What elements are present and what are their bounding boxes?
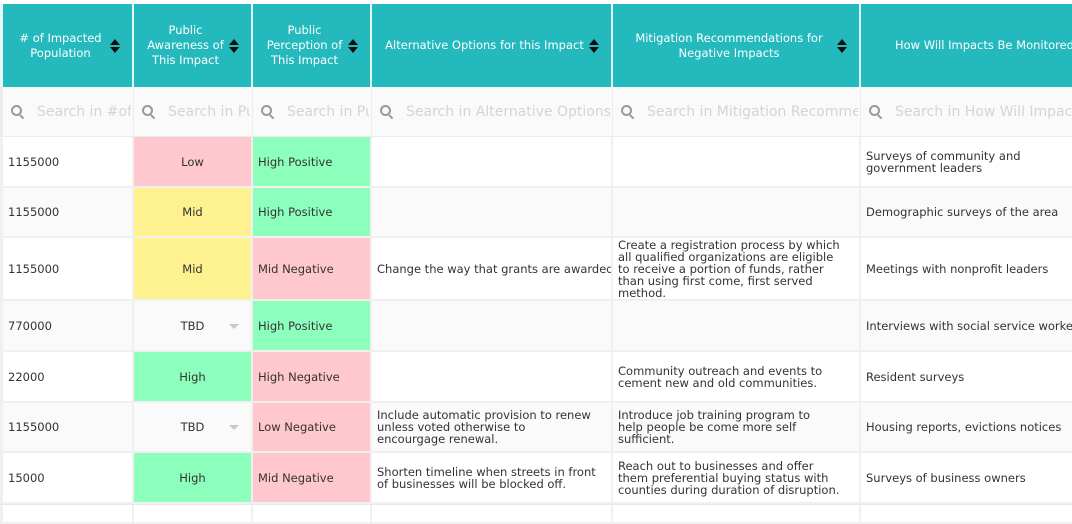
table-row-partial: [0, 504, 1072, 524]
cell-awareness[interactable]: Mid: [134, 188, 253, 236]
cell-empty: [253, 505, 372, 522]
cell-empty: [0, 505, 134, 522]
search-row: [0, 87, 1072, 137]
table-row: 1155000 TBD Low Negative Include automat…: [0, 403, 1072, 453]
table-row: 1155000 Low High Positive Surveys of com…: [0, 137, 1072, 188]
cell-population[interactable]: 22000: [0, 352, 134, 401]
cell-monitoring[interactable]: Surveys of community and government lead…: [861, 137, 1072, 186]
cell-alternatives[interactable]: Include automatic provision to renew unl…: [372, 403, 613, 451]
cell-mitigation[interactable]: [613, 137, 861, 186]
cell-population[interactable]: 1155000: [0, 137, 134, 186]
cell-empty: [372, 505, 613, 522]
search-input-mitigation[interactable]: [645, 102, 860, 121]
cell-perception[interactable]: High Positive: [253, 188, 372, 236]
table-body: 1155000 Low High Positive Surveys of com…: [0, 137, 1072, 524]
cell-awareness[interactable]: Mid: [134, 238, 253, 299]
search-icon: [142, 104, 156, 119]
cell-awareness[interactable]: High: [134, 352, 253, 401]
sort-icon[interactable]: [348, 38, 358, 53]
cell-population[interactable]: 770000: [0, 301, 134, 350]
cell-population[interactable]: 1155000: [0, 403, 134, 451]
cell-population[interactable]: 15000: [0, 453, 134, 502]
sort-icon[interactable]: [229, 38, 239, 53]
cell-monitoring[interactable]: Meetings with nonprofit leaders: [861, 238, 1072, 299]
cell-alternatives[interactable]: Shorten timeline when streets in front o…: [372, 453, 613, 502]
cell-mitigation[interactable]: Introduce job training program to help p…: [613, 403, 861, 451]
search-input-awareness[interactable]: [166, 102, 252, 121]
cell-alternatives[interactable]: Change the way that grants are awarded: [372, 238, 613, 299]
cell-empty: [134, 505, 253, 522]
data-grid: # of Impacted Population Public Awarenes…: [0, 0, 1072, 524]
cell-alternatives[interactable]: [372, 352, 613, 401]
dropdown-arrow-icon[interactable]: [229, 323, 239, 329]
search-input-population[interactable]: [35, 102, 133, 121]
cell-mitigation[interactable]: [613, 188, 861, 236]
cell-mitigation[interactable]: Create a registration process by which a…: [613, 238, 861, 299]
cell-alternatives[interactable]: [372, 137, 613, 186]
table-row: 15000 High Mid Negative Shorten timeline…: [0, 453, 1072, 504]
cell-alternatives[interactable]: [372, 188, 613, 236]
search-input-perception[interactable]: [285, 102, 371, 121]
search-icon: [11, 104, 25, 119]
cell-population[interactable]: 1155000: [0, 188, 134, 236]
column-header-population[interactable]: # of Impacted Population: [0, 4, 134, 87]
cell-monitoring[interactable]: Surveys of business owners: [861, 453, 1072, 502]
cell-empty: [861, 505, 1072, 522]
column-header-awareness[interactable]: Public Awareness of This Impact: [134, 4, 253, 87]
cell-monitoring[interactable]: Housing reports, evictions notices: [861, 403, 1072, 451]
cell-awareness[interactable]: Low: [134, 137, 253, 186]
sort-icon[interactable]: [589, 38, 599, 53]
cell-awareness[interactable]: TBD: [134, 403, 253, 451]
cell-perception[interactable]: Mid Negative: [253, 453, 372, 502]
search-cell-perception: [253, 87, 372, 136]
cell-awareness[interactable]: High: [134, 453, 253, 502]
search-cell-awareness: [134, 87, 253, 136]
sort-icon[interactable]: [110, 38, 120, 53]
cell-alternatives[interactable]: [372, 301, 613, 350]
search-icon: [261, 104, 275, 119]
sort-icon[interactable]: [837, 38, 847, 53]
cell-perception[interactable]: Low Negative: [253, 403, 372, 451]
column-header-mitigation[interactable]: Mitigation Recommendations for Negative …: [613, 4, 861, 87]
search-cell-population: [0, 87, 134, 136]
cell-perception[interactable]: High Positive: [253, 301, 372, 350]
header-row: # of Impacted Population Public Awarenes…: [0, 0, 1072, 87]
cell-mitigation[interactable]: Community outreach and events to cement …: [613, 352, 861, 401]
table-row: 770000 TBD High Positive Interviews with…: [0, 301, 1072, 352]
cell-mitigation[interactable]: [613, 301, 861, 350]
column-header-perception[interactable]: Public Perception of This Impact: [253, 4, 372, 87]
cell-perception[interactable]: Mid Negative: [253, 238, 372, 299]
search-input-alternatives[interactable]: [404, 102, 612, 121]
search-icon: [380, 104, 394, 119]
table-row: 1155000 Mid Mid Negative Change the way …: [0, 238, 1072, 301]
search-cell-monitoring: [861, 87, 1072, 136]
cell-monitoring[interactable]: Resident surveys: [861, 352, 1072, 401]
cell-perception[interactable]: High Positive: [253, 137, 372, 186]
search-icon: [621, 104, 635, 119]
search-icon: [869, 104, 883, 119]
cell-mitigation[interactable]: Reach out to businesses and offer them p…: [613, 453, 861, 502]
table-row: 1155000 Mid High Positive Demographic su…: [0, 188, 1072, 238]
column-header-monitoring[interactable]: How Will Impacts Be Monitored?: [861, 4, 1072, 87]
cell-monitoring[interactable]: Demographic surveys of the area: [861, 188, 1072, 236]
search-cell-mitigation: [613, 87, 861, 136]
cell-perception[interactable]: High Negative: [253, 352, 372, 401]
cell-awareness[interactable]: TBD: [134, 301, 253, 350]
dropdown-arrow-icon[interactable]: [229, 425, 239, 430]
cell-monitoring[interactable]: Interviews with social service workers: [861, 301, 1072, 350]
table-row: 22000 High High Negative Community outre…: [0, 352, 1072, 403]
search-input-monitoring[interactable]: [893, 102, 1072, 121]
column-header-alternatives[interactable]: Alternative Options for this Impact: [372, 4, 613, 87]
cell-empty: [613, 505, 861, 522]
cell-population[interactable]: 1155000: [0, 238, 134, 299]
search-cell-alternatives: [372, 87, 613, 136]
